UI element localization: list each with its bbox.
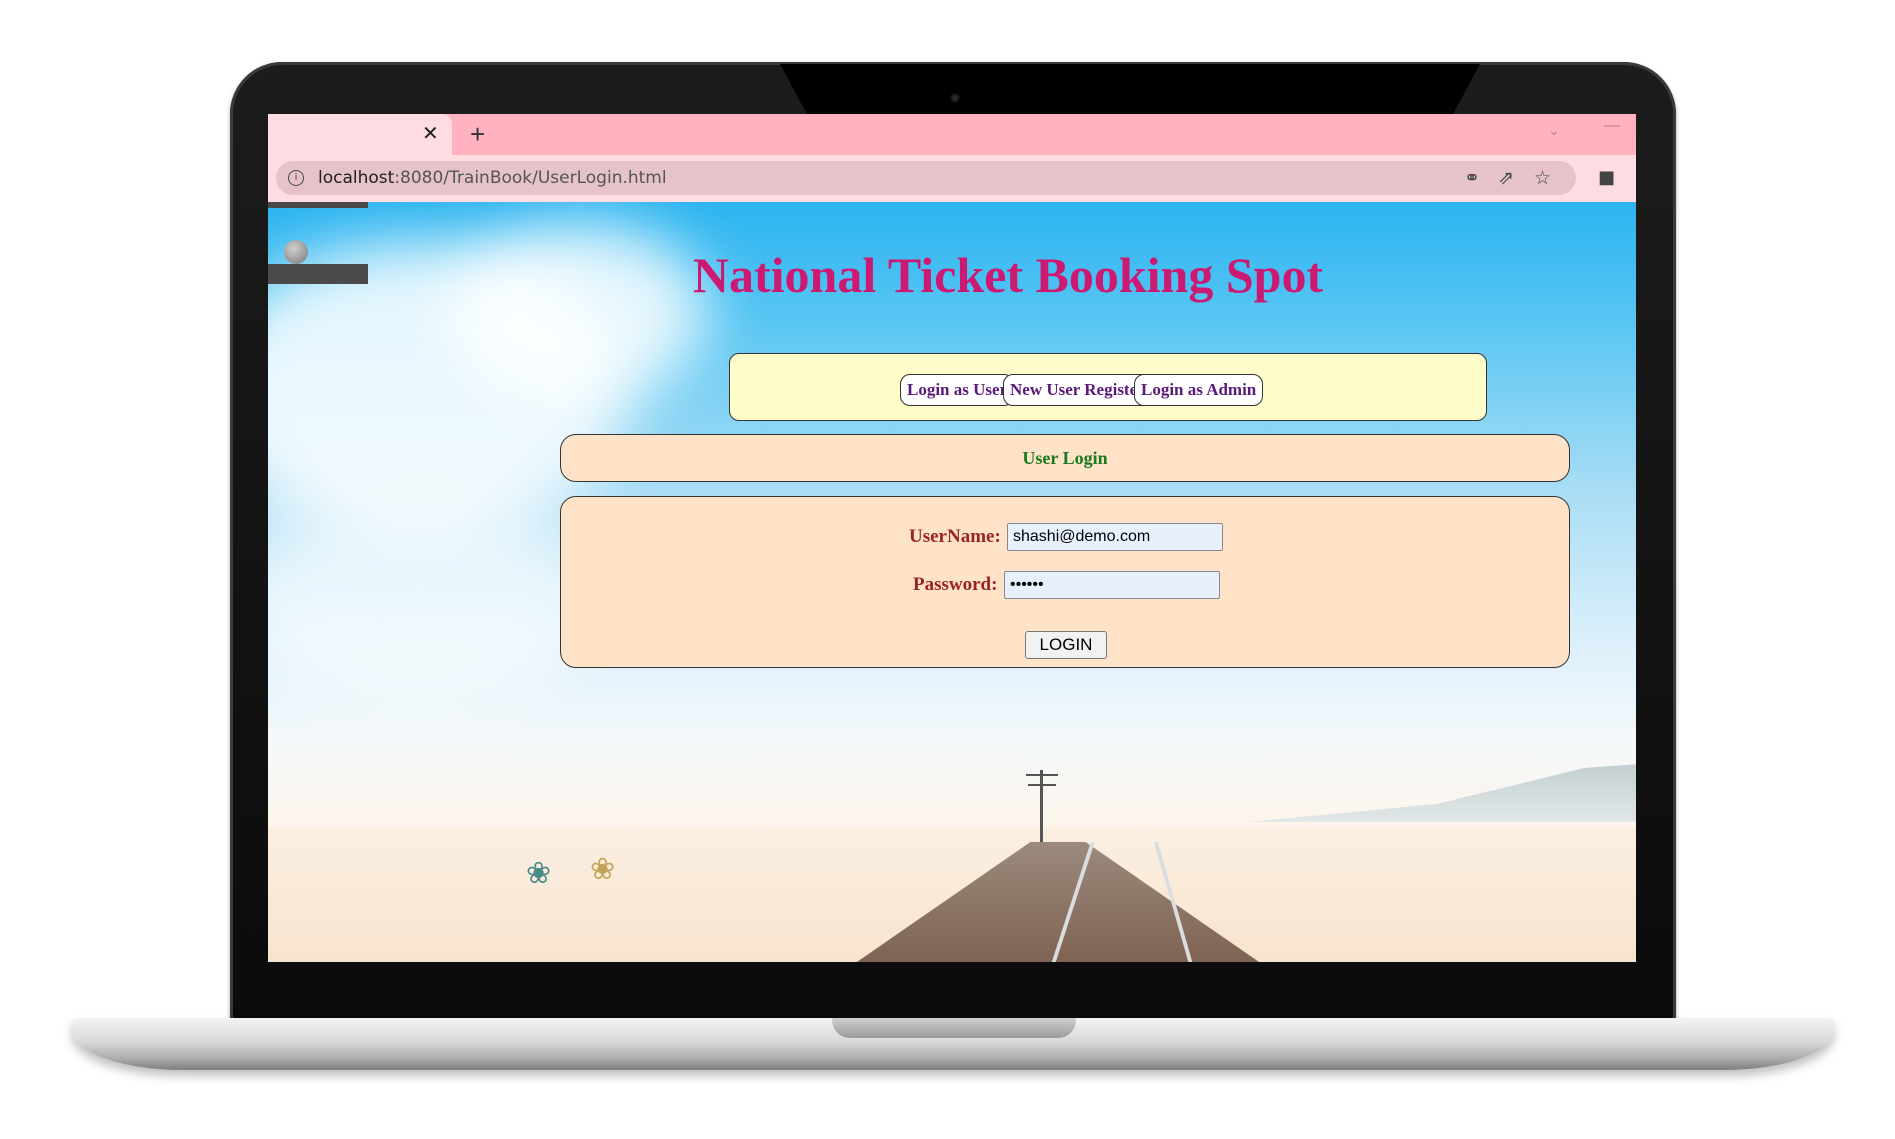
nav-panel: Login as User New User Register Login as… <box>729 353 1487 421</box>
url-text[interactable]: localhost:8080/TrainBook/UserLogin.html <box>318 168 667 188</box>
password-input[interactable] <box>1004 571 1220 599</box>
bezel-notch <box>780 64 1480 116</box>
telegraph-pole-bar <box>1026 774 1058 776</box>
login-button[interactable]: LOGIN <box>1025 631 1107 659</box>
new-tab-icon[interactable]: + <box>470 119 485 149</box>
share-icon[interactable]: ⇗ <box>1498 167 1514 189</box>
bush-icon: ❀ <box>590 853 616 886</box>
background-cloud <box>268 502 608 702</box>
key-icon[interactable]: ⚭ <box>1464 167 1480 189</box>
decor-shelf <box>268 202 368 208</box>
minimize-icon[interactable]: — <box>1604 117 1620 135</box>
password-label: Password: <box>913 574 998 595</box>
browser-toolbar: i localhost:8080/TrainBook/UserLogin.htm… <box>268 155 1636 202</box>
login-as-user-button[interactable]: Login as User <box>900 374 1015 406</box>
tab-bar: ✕ + ⌄ — <box>268 114 1636 155</box>
page-title: National Ticket Booking Spot <box>692 247 1324 303</box>
login-as-admin-button[interactable]: Login as Admin <box>1134 374 1264 406</box>
login-form: UserName: Password: LOGIN <box>560 496 1570 668</box>
url-host: localhost <box>318 168 395 188</box>
tab-search-chevron-icon[interactable]: ⌄ <box>1548 122 1560 139</box>
close-tab-icon[interactable]: ✕ <box>422 122 439 146</box>
active-tab[interactable]: ✕ <box>268 114 452 155</box>
camera-icon <box>950 93 960 103</box>
browser-window: ✕ + ⌄ — i localhost:8080/TrainBook/UserL… <box>268 114 1636 962</box>
address-bar[interactable]: i localhost:8080/TrainBook/UserLogin.htm… <box>276 161 1576 195</box>
star-icon[interactable]: ☆ <box>1534 167 1551 189</box>
username-input[interactable] <box>1007 523 1223 551</box>
info-icon[interactable]: i <box>288 170 304 186</box>
puzzle-icon[interactable]: ■ <box>1598 167 1615 188</box>
background-mountain <box>1248 762 1636 822</box>
url-path: :8080/TrainBook/UserLogin.html <box>394 168 667 188</box>
new-user-register-button[interactable]: New User Register <box>1003 374 1152 406</box>
username-label: UserName: <box>909 526 1001 547</box>
laptop-base-notch <box>832 1018 1076 1038</box>
web-page: ❀ ❀ National Ticket Booking Spot Login a… <box>268 202 1636 962</box>
form-heading: User Login <box>560 434 1570 482</box>
bush-icon: ❀ <box>526 857 552 890</box>
telegraph-pole-bar <box>1028 784 1056 786</box>
